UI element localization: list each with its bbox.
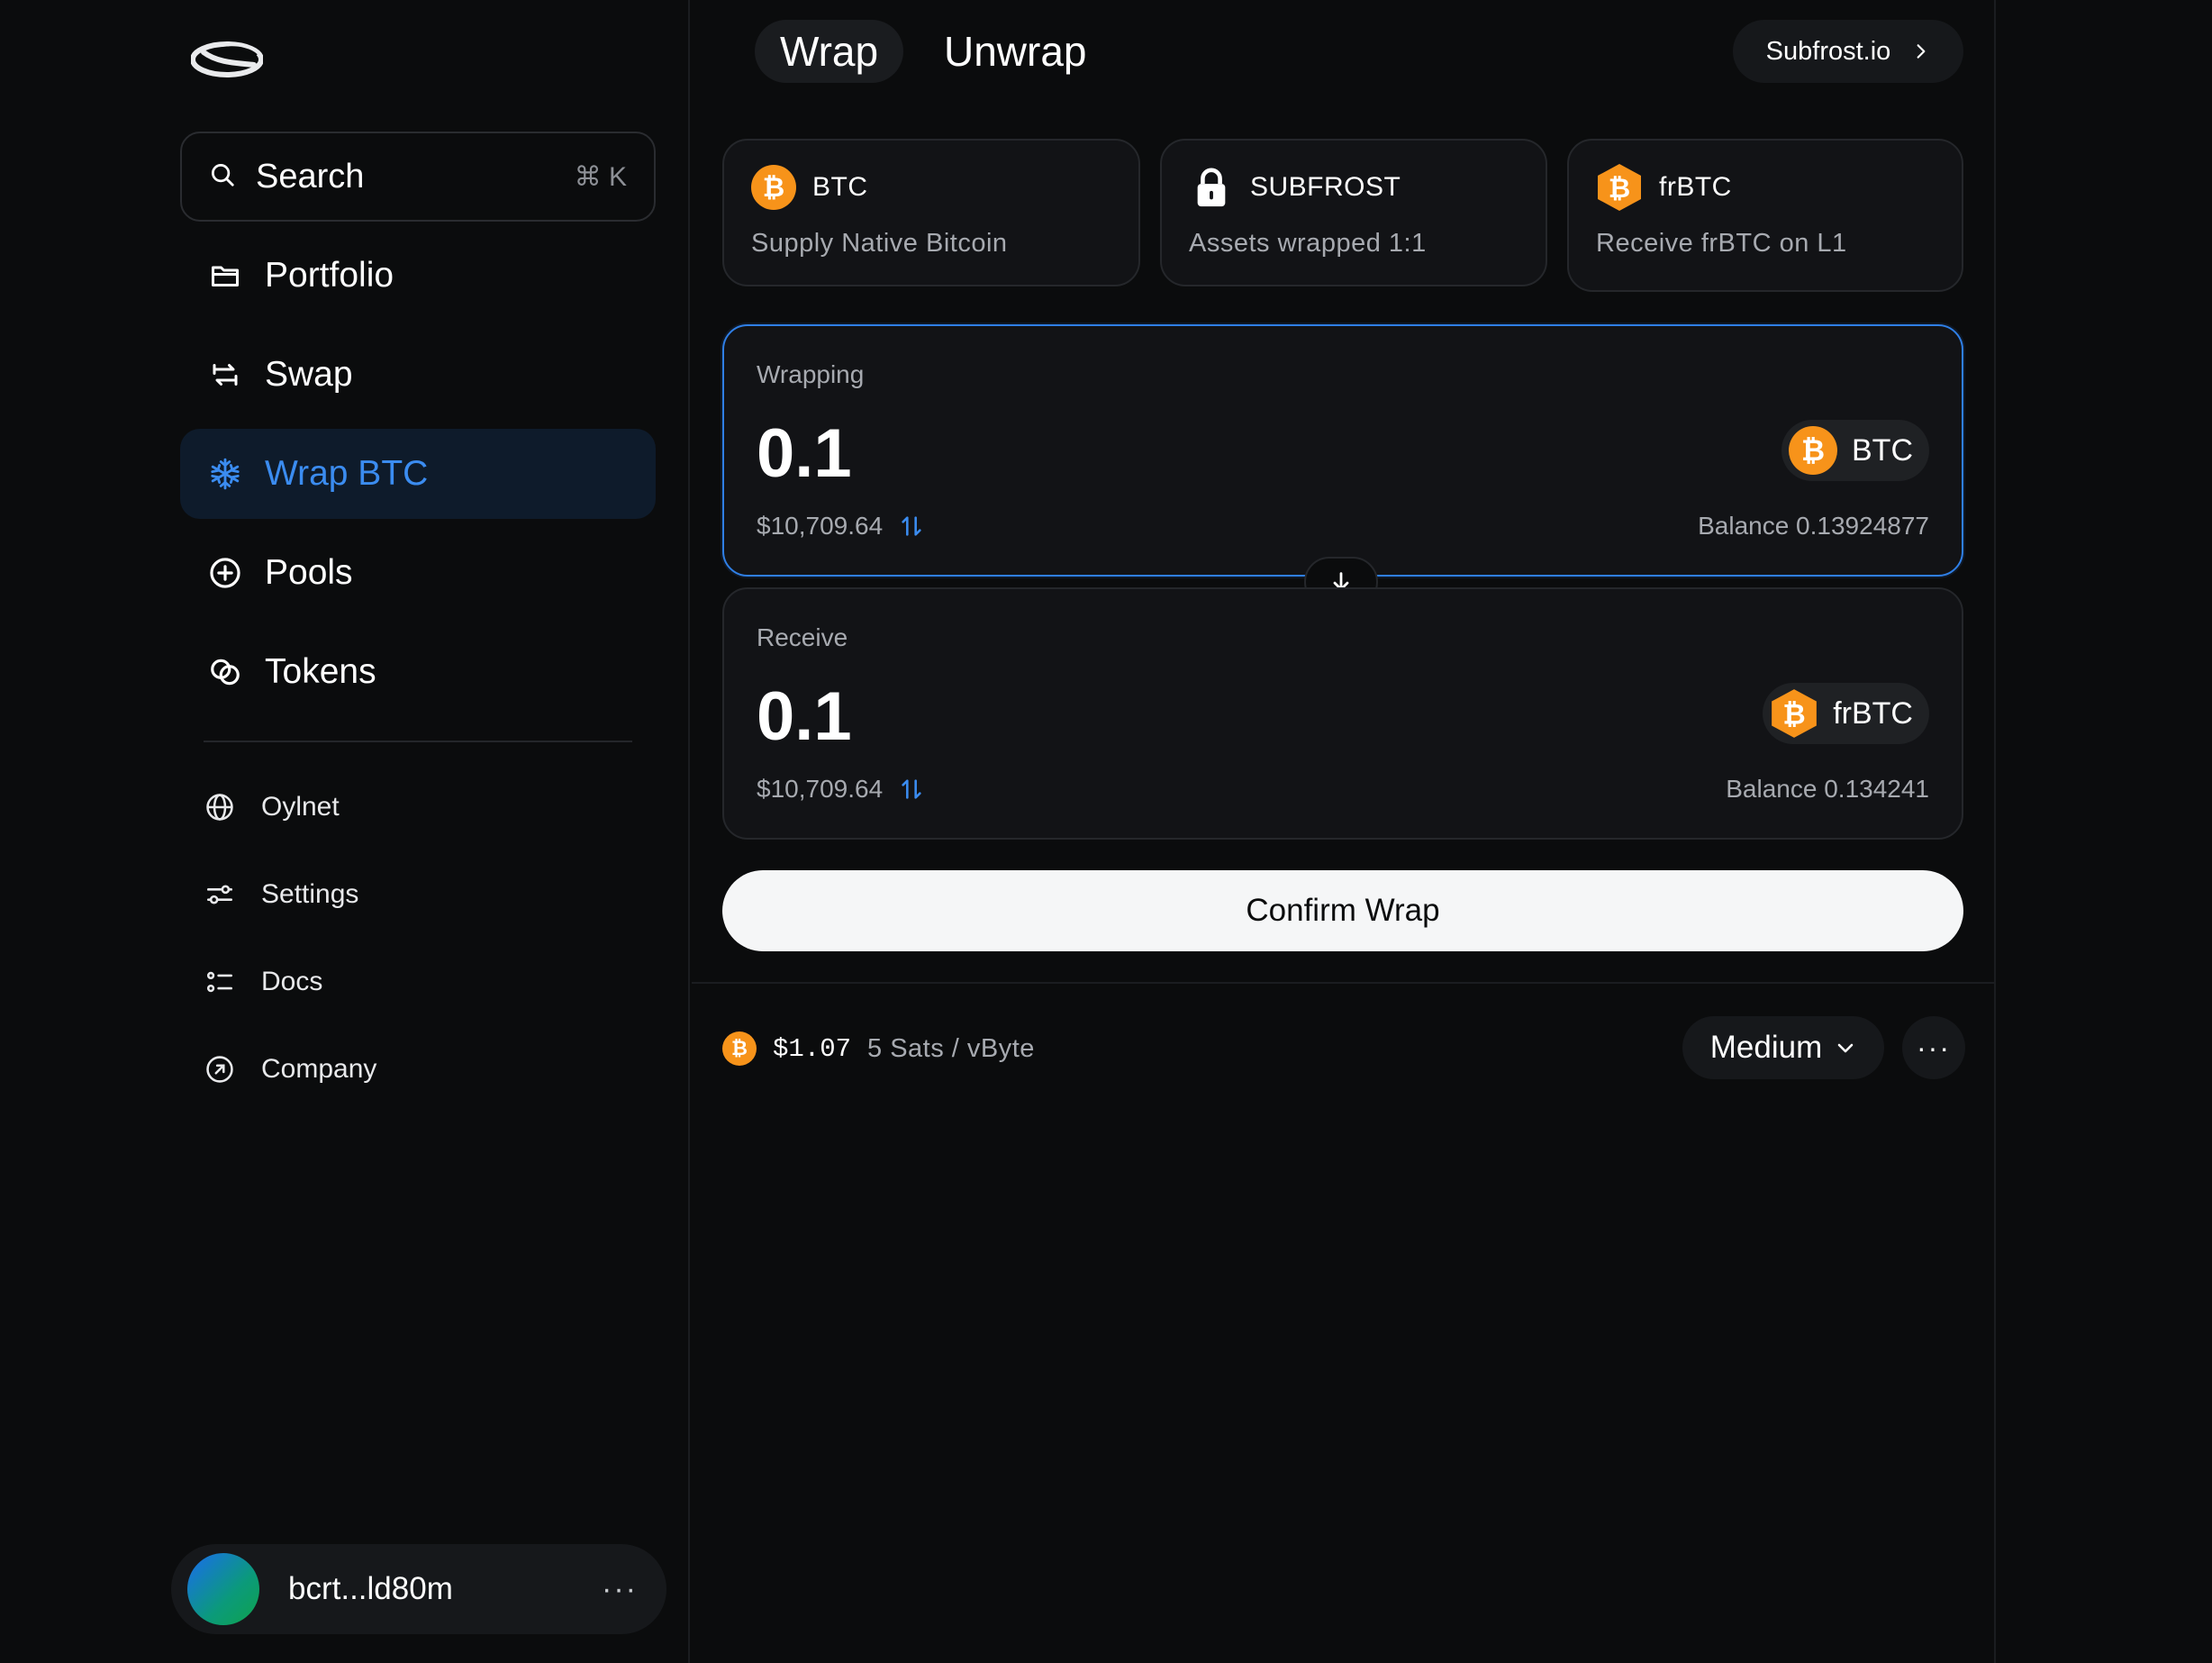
main-panel: Wrap Unwrap Subfrost.io ₿ BTC Supply Nat… [692,0,1996,1663]
svg-text:₿: ₿ [1609,173,1630,204]
subfrost-logo[interactable] [190,40,264,79]
receive-label: Receive [757,623,848,651]
nav-settings[interactable]: Settings [204,868,358,922]
wrapping-amount-input[interactable]: 0.1 [757,414,852,493]
fee-rate: 5 Sats / vByte [867,1033,1035,1063]
nav-tokens-label: Tokens [265,652,376,691]
tab-wrap[interactable]: Wrap [755,20,904,83]
nav-oylnet[interactable]: Oylnet [204,780,340,834]
bitcoin-icon: ₿ [751,165,796,210]
nav-oylnet-label: Oylnet [261,792,340,822]
receive-token-selector[interactable]: ₿ frBTC [1763,683,1929,744]
sidebar-divider [204,741,632,742]
section-divider [692,982,1996,984]
info-card-frbtc-desc: Receive frBTC on L1 [1596,229,1847,258]
info-card-btc-name: BTC [812,172,868,202]
sidebar: Search ⌘ K Portfolio Swap Wrap BTC Pools [0,0,690,1663]
nav-docs[interactable]: Docs [204,955,322,1009]
toggle-currency-icon[interactable] [899,777,924,802]
toggle-currency-icon[interactable] [899,513,924,539]
svg-text:₿: ₿ [1783,698,1806,731]
globe-icon [204,791,236,823]
arrow-up-right-circle-icon [204,1053,236,1086]
wrapping-token-selector[interactable]: ₿ BTC [1781,420,1929,481]
lock-icon [1189,167,1234,208]
fee-speed-dropdown[interactable]: Medium [1682,1016,1884,1079]
account-button[interactable]: bcrt...ld80m ··· [171,1544,666,1634]
receive-amount: 0.1 [757,678,852,755]
list-icon [204,966,236,998]
tab-unwrap[interactable]: Unwrap [919,20,1112,83]
chevron-right-icon [1917,44,1926,59]
wrapping-card[interactable]: Wrapping 0.1 $10,709.64 ₿ BTC Balance 0.… [722,324,1963,577]
nav-tokens[interactable]: Tokens [180,627,656,717]
info-card-btc: ₿ BTC Supply Native Bitcoin [722,139,1140,286]
subfrost-link[interactable]: Subfrost.io [1733,20,1963,83]
fee-speed-label: Medium [1709,1030,1823,1065]
info-card-subfrost-desc: Assets wrapped 1:1 [1189,229,1427,258]
nav-pools[interactable]: Pools [180,528,656,618]
wrapping-usd-value: $10,709.64 [757,512,924,541]
subfrost-link-label: Subfrost.io [1765,36,1891,66]
nav-swap-label: Swap [265,355,353,394]
chevron-down-icon [1837,1043,1854,1053]
search-icon [209,161,236,193]
wrapping-balance[interactable]: Balance 0.13924877 [1698,512,1929,541]
network-fee: ₿ $1.07 5 Sats / vByte [722,1031,1035,1067]
receive-card: Receive 0.1 $10,709.64 ₿ frBTC Balance 0… [722,587,1963,840]
nav-portfolio-label: Portfolio [265,256,394,295]
nav-settings-label: Settings [261,879,359,909]
plus-circle-icon [207,555,243,591]
receive-usd-text: $10,709.64 [757,775,884,803]
coins-icon [207,654,243,690]
account-more-icon[interactable]: ··· [602,1572,638,1607]
confirm-wrap-button[interactable]: Confirm Wrap [722,870,1963,951]
search-input[interactable]: Search ⌘ K [180,132,656,222]
nav-swap[interactable]: Swap [180,330,656,420]
search-label: Search [256,157,365,195]
nav-wrap-btc-label: Wrap BTC [265,454,429,493]
nav-company[interactable]: Company [204,1042,376,1096]
snowflake-icon [207,456,243,492]
info-card-btc-desc: Supply Native Bitcoin [751,229,1008,258]
info-card-subfrost-name: SUBFROST [1250,172,1401,202]
swap-arrows-icon [207,357,243,393]
info-card-frbtc-name: frBTC [1659,172,1732,202]
fee-price: $1.07 [773,1033,852,1064]
avatar [187,1553,259,1625]
wrapping-label: Wrapping [757,360,865,388]
wrapping-token-name: BTC [1852,432,1913,468]
receive-usd-value: $10,709.64 [757,775,924,804]
info-card-frbtc: ₿ frBTC Receive frBTC on L1 [1567,139,1963,292]
nav-portfolio[interactable]: Portfolio [180,231,656,321]
search-shortcut: ⌘ K [574,161,627,192]
sliders-icon [204,878,236,911]
frbtc-hexagon-icon: ₿ [1596,162,1643,213]
info-card-subfrost: SUBFROST Assets wrapped 1:1 [1160,139,1547,286]
folder-icon [207,258,243,294]
wrapping-usd-text: $10,709.64 [757,512,884,540]
bitcoin-icon: ₿ [1789,426,1837,475]
nav-company-label: Company [261,1054,377,1084]
nav-docs-label: Docs [261,967,323,996]
more-options-button[interactable]: ··· [1902,1016,1965,1079]
nav-pools-label: Pools [265,553,353,592]
frbtc-hexagon-icon: ₿ [1770,687,1818,740]
bitcoin-icon: ₿ [722,1031,757,1066]
wallet-address: bcrt...ld80m [288,1571,453,1606]
nav-wrap-btc[interactable]: Wrap BTC [180,429,656,519]
receive-balance: Balance 0.134241 [1726,775,1929,803]
receive-token-name: frBTC [1833,695,1913,731]
